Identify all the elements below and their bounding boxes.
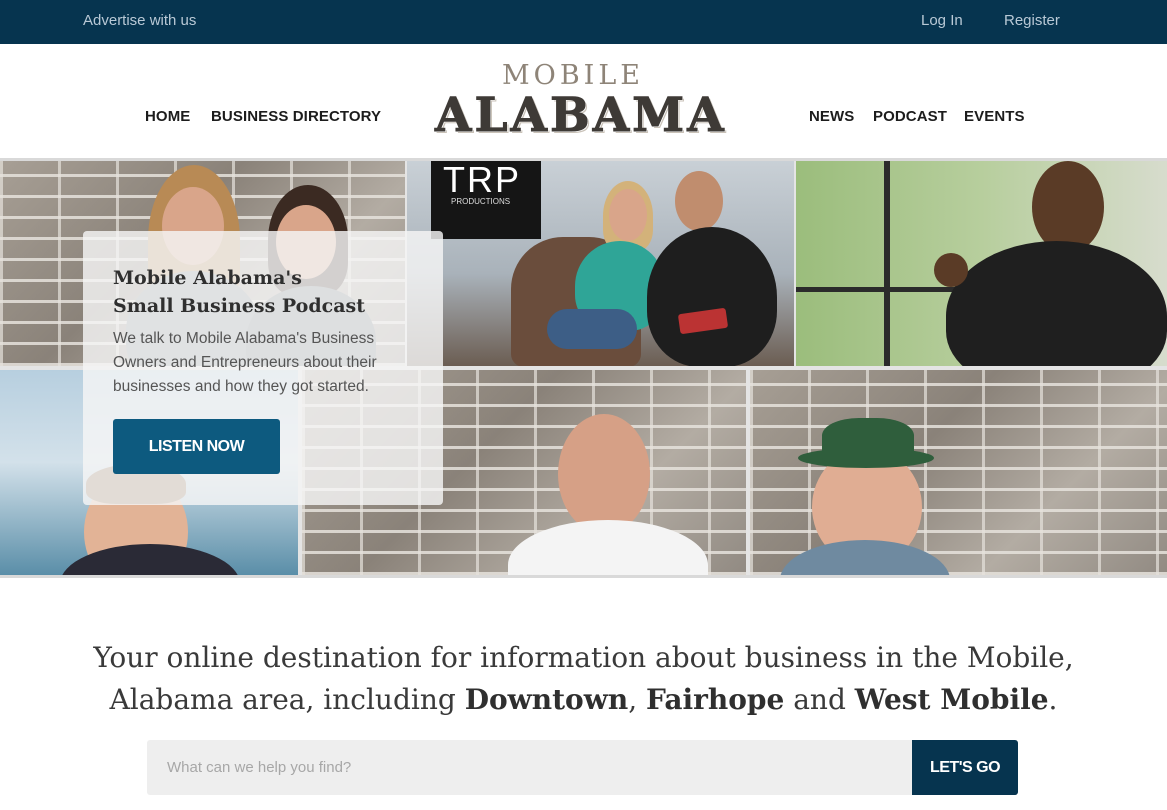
listen-now-button[interactable]: LISTEN NOW [113,419,280,474]
login-link[interactable]: Log In [921,12,963,29]
photo-tile-studio: TRP PRODUCTIONS [407,161,794,366]
podcast-card-title-line1: Mobile Alabama's [113,267,302,289]
site-tagline: Your online destination for information … [40,637,1127,721]
tagline-sep2: and [784,683,855,716]
studio-sign-text: TRP [443,161,521,200]
advertise-link[interactable]: Advertise with us [83,12,196,29]
top-utility-bar: Advertise with us Log In Register [0,0,1167,44]
podcast-promo-card: Mobile Alabama's Small Business Podcast … [83,231,443,505]
nav-business-directory[interactable]: BUSINESS DIRECTORY [211,108,381,125]
logo-text-main: ALABAMA [435,88,727,144]
tagline-downtown: Downtown [464,683,629,716]
register-link[interactable]: Register [1004,12,1060,29]
search-input[interactable] [147,740,912,795]
tagline-end: . [1048,683,1058,716]
photo-tile-man-phone [796,161,1167,366]
tagline-fairhope: Fairhope [646,683,785,716]
nav-news[interactable]: NEWS [809,108,854,125]
nav-events[interactable]: EVENTS [964,108,1025,125]
search-submit-button[interactable]: LET'S GO [912,740,1018,795]
photo-tile-man-hat [750,370,1167,575]
logo-text-top: MOBILE [502,60,644,91]
studio-sign-sub: PRODUCTIONS [451,197,511,206]
nav-home[interactable]: HOME [145,108,190,125]
site-logo[interactable]: MOBILE ALABAMA [435,60,727,144]
tagline-west-mobile: West Mobile [854,683,1049,716]
podcast-card-description: We talk to Mobile Alabama's Business Own… [113,330,377,395]
podcast-card-title-line2: Small Business Podcast [113,295,365,317]
podcast-card-title: Mobile Alabama's Small Business Podcast [113,264,413,320]
hero-divider [0,575,1167,578]
nav-podcast[interactable]: PODCAST [873,108,947,125]
tagline-sep1: , [628,683,647,716]
